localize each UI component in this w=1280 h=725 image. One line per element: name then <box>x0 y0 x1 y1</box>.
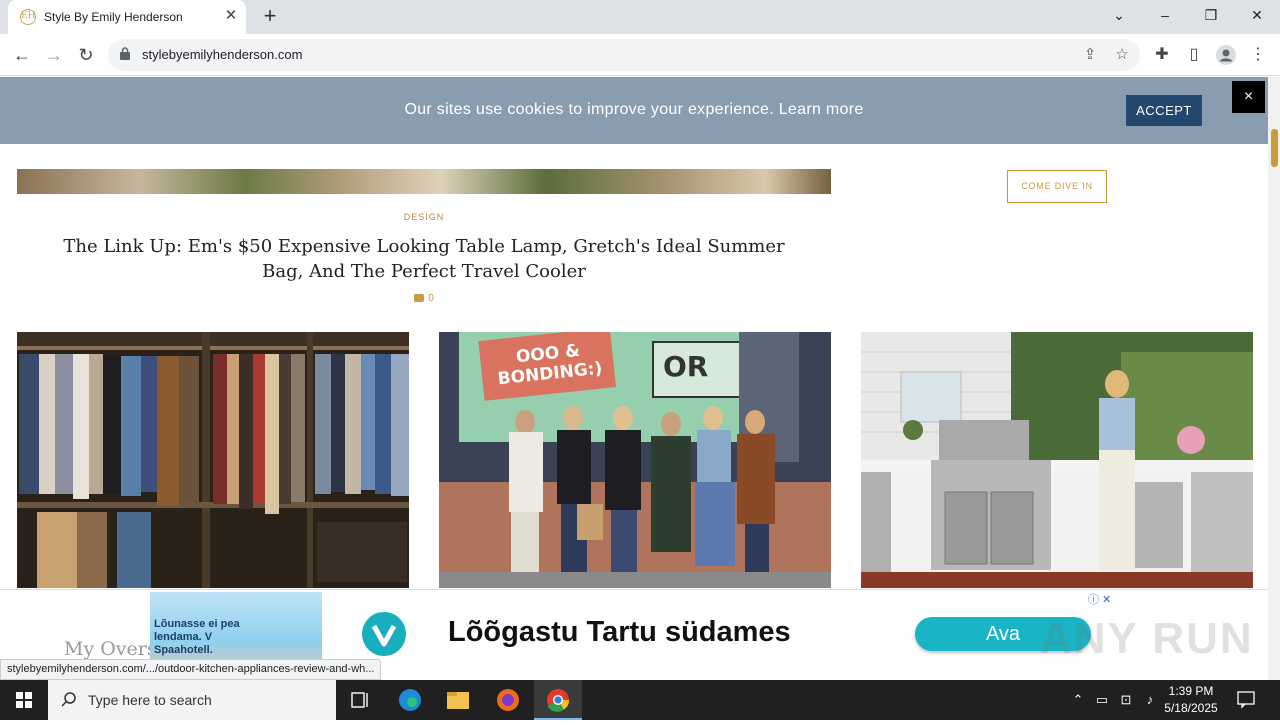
cookie-message[interactable]: Our sites use cookies to improve your ex… <box>0 101 1268 119</box>
volume-icon[interactable]: ♪ <box>1140 690 1160 710</box>
outdoor-kitchen-image <box>861 332 1253 588</box>
comment-count[interactable]: 0 <box>17 293 831 304</box>
firefox-icon[interactable] <box>484 680 532 720</box>
url-text: stylebyemilyhenderson.com <box>142 47 303 62</box>
share-icon[interactable]: ⇪ <box>1080 45 1100 65</box>
restore-icon[interactable]: ❐ <box>1196 4 1226 28</box>
file-explorer-icon[interactable] <box>434 680 482 720</box>
taskbar-clock[interactable]: 1:39 PM 5/18/2025 <box>1160 683 1222 717</box>
tray-chevron-icon[interactable]: ⌃ <box>1068 690 1088 710</box>
cookie-accept-button[interactable]: ACCEPT <box>1126 95 1202 126</box>
comment-icon <box>414 294 425 302</box>
address-bar[interactable]: stylebyemilyhenderson.com ⇪ ☆ <box>108 39 1140 71</box>
link-status-bar: stylebyemilyhenderson.com/.../outdoor-ki… <box>0 659 382 680</box>
web-page: DESIGN The Link Up: Em's $50 Expensive L… <box>0 77 1268 680</box>
browser-tab[interactable]: EH Style By Emily Henderson ✕ <box>8 0 246 34</box>
forward-icon[interactable]: → <box>42 43 66 67</box>
side-panel-icon[interactable]: ▯ <box>1182 43 1206 67</box>
ad-image-text: Lõunasse ei pea lendama. V Spaahotell. <box>154 618 240 656</box>
windows-start-icon[interactable] <box>0 680 48 720</box>
sign-right-text: OR <box>663 350 709 383</box>
ad-headline[interactable]: Lõõgastu Tartu südames <box>448 616 791 649</box>
outdoor-kitchen-post-thumbnail[interactable] <box>861 332 1253 588</box>
minimize-icon[interactable]: – <box>1150 4 1180 28</box>
menu-kebab-icon[interactable]: ⋮ <box>1246 43 1270 67</box>
close-window-icon[interactable]: ✕ <box>1242 4 1272 28</box>
browser-toolbar: ← → ↻ stylebyemilyhenderson.com ⇪ ☆ ✚ ▯ … <box>0 34 1280 76</box>
tab-search-icon[interactable]: ⌄ <box>1104 4 1134 28</box>
notifications-icon[interactable] <box>1236 689 1256 709</box>
come-dive-in-button[interactable]: COME DIVE IN <box>1007 170 1107 203</box>
post-category[interactable]: DESIGN <box>17 212 831 222</box>
profile-icon[interactable] <box>1214 43 1238 67</box>
back-icon[interactable]: ← <box>10 43 34 67</box>
search-icon <box>61 692 76 707</box>
next-post-title[interactable]: My Overs <box>64 638 157 660</box>
scrollbar-thumb[interactable] <box>1271 129 1278 167</box>
bookmark-star-icon[interactable]: ☆ <box>1112 45 1132 65</box>
network-icon[interactable]: ⊡ <box>1116 690 1136 710</box>
taskbar: Type here to search ⌃ ▭ ⊡ ♪ 1:39 PM 5/18… <box>0 680 1280 720</box>
chrome-icon[interactable] <box>534 680 582 720</box>
anyrun-watermark: ANY RUN <box>1040 614 1254 663</box>
lock-icon <box>120 47 130 60</box>
featured-post-image[interactable] <box>17 169 831 194</box>
tab-strip: EH Style By Emily Henderson ✕ + ⌄ – ❐ ✕ <box>0 0 1280 34</box>
site-favicon-icon: EH <box>20 9 36 25</box>
clock-date: 5/18/2025 <box>1164 701 1218 715</box>
extensions-icon[interactable]: ✚ <box>1150 43 1174 67</box>
tab-close-icon[interactable]: ✕ <box>222 7 240 25</box>
cookie-banner: Our sites use cookies to improve your ex… <box>0 77 1268 144</box>
clock-time: 1:39 PM <box>1168 684 1214 698</box>
search-placeholder: Type here to search <box>88 692 212 708</box>
comment-count-value: 0 <box>428 293 434 304</box>
battery-icon[interactable]: ▭ <box>1092 690 1112 710</box>
page-scrollbar[interactable] <box>1268 77 1280 680</box>
taskbar-search-box[interactable]: Type here to search <box>48 680 336 720</box>
team-post-thumbnail[interactable]: OOO & BONDING:) OR <box>439 332 831 588</box>
edge-icon[interactable] <box>386 680 434 720</box>
closet-image <box>17 332 409 588</box>
tab-title: Style By Emily Henderson <box>44 10 183 24</box>
ad-choices-icon[interactable]: ⓘ ✕ <box>1088 591 1120 606</box>
reload-icon[interactable]: ↻ <box>74 43 98 67</box>
new-tab-button[interactable]: + <box>258 5 282 29</box>
task-view-icon[interactable] <box>336 680 384 720</box>
cookie-close-icon[interactable]: × <box>1232 81 1265 113</box>
post-title[interactable]: The Link Up: Em's $50 Expensive Looking … <box>40 234 808 284</box>
ad-logo-icon[interactable] <box>362 612 406 656</box>
closet-post-thumbnail[interactable] <box>17 332 409 588</box>
